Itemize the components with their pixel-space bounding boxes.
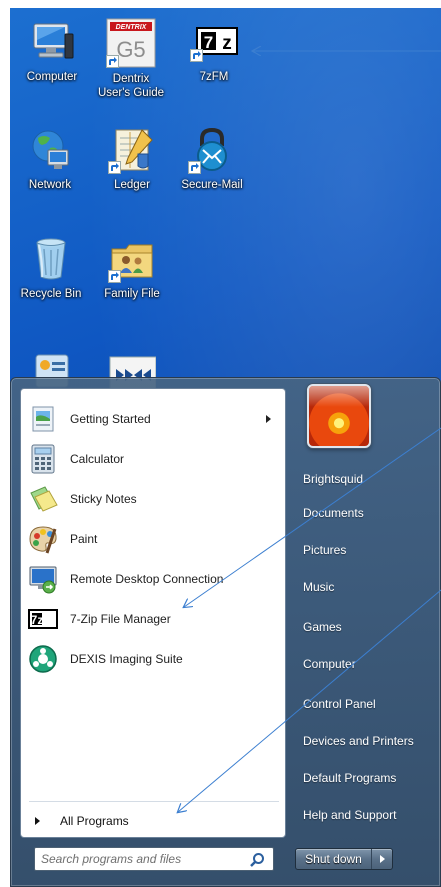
shutdown-options-arrow-icon[interactable]	[372, 849, 392, 869]
desktop-icon-label: 7zFM	[199, 71, 229, 83]
submenu-arrow-icon[interactable]	[266, 415, 271, 423]
start-right-music[interactable]: Music	[295, 572, 435, 602]
desktop-icon-label: Secure-Mail	[181, 179, 243, 191]
start-right-help-support[interactable]: Help and Support	[295, 800, 435, 830]
desktop-icon-label: Dentrix User's Guide	[97, 73, 165, 99]
padlock-mail-icon	[188, 126, 236, 174]
shutdown-label[interactable]: Shut down	[296, 849, 372, 869]
start-right-pictures[interactable]: Pictures	[295, 535, 435, 565]
desktop-icon-family-file[interactable]: Family File	[93, 235, 171, 301]
start-right-documents[interactable]: Documents	[295, 498, 435, 528]
shortcut-arrow-icon	[188, 161, 201, 174]
start-menu-program-list: Getting Started Calculator Sticky Notes …	[20, 388, 286, 838]
ledger-icon	[108, 126, 156, 174]
desktop-icon-label: Ledger	[114, 179, 150, 191]
program-label: Paint	[70, 532, 98, 546]
dentrix-logo-text: DENTRIX	[116, 24, 148, 31]
getting-started-icon	[27, 403, 59, 435]
desktop-icon-ledger[interactable]: Ledger	[93, 126, 171, 192]
computer-icon	[28, 18, 76, 66]
start-item-7zip[interactable]: 7z 7-Zip File Manager	[27, 601, 281, 637]
remote-desktop-icon	[27, 563, 59, 595]
sticky-notes-icon	[27, 483, 59, 515]
search-box[interactable]	[34, 847, 274, 871]
start-item-remote-desktop[interactable]: Remote Desktop Connection	[27, 561, 281, 597]
start-item-calculator[interactable]: Calculator	[27, 441, 281, 477]
svg-text:7: 7	[204, 33, 213, 52]
start-right-user-folder[interactable]: Brightsquid	[295, 464, 435, 494]
shortcut-arrow-icon	[190, 49, 203, 62]
dentrix-g5-text: G5	[116, 37, 145, 62]
shortcut-arrow-icon	[106, 55, 119, 68]
desktop-icon-computer[interactable]: Computer	[13, 18, 91, 84]
program-list-separator	[29, 801, 279, 802]
all-programs-button[interactable]: All Programs	[29, 809, 279, 833]
shortcut-arrow-icon	[108, 161, 121, 174]
start-menu: Getting Started Calculator Sticky Notes …	[10, 377, 441, 887]
start-right-games[interactable]: Games	[295, 612, 435, 642]
program-label: Sticky Notes	[70, 492, 137, 506]
start-item-getting-started[interactable]: Getting Started	[27, 401, 281, 437]
network-globe-icon	[26, 126, 74, 174]
program-label: Calculator	[70, 452, 125, 466]
desktop-icon-label: Family File	[104, 288, 160, 300]
program-label: 7-Zip File Manager	[70, 612, 171, 626]
start-right-control-panel[interactable]: Control Panel	[295, 689, 435, 719]
shutdown-button[interactable]: Shut down	[295, 848, 393, 870]
search-input[interactable]	[41, 849, 237, 869]
search-icon[interactable]	[249, 852, 265, 868]
start-item-sticky-notes[interactable]: Sticky Notes	[27, 481, 281, 517]
desktop-icon-recycle-bin[interactable]: Recycle Bin	[12, 235, 90, 301]
svg-text:z: z	[222, 33, 232, 54]
7zip-icon: 7 z	[190, 18, 238, 66]
dentrix-g5-icon: DENTRIX G5	[106, 18, 156, 68]
program-label: Remote Desktop Connection	[70, 572, 224, 586]
all-programs-arrow-icon	[35, 817, 40, 825]
desktop-icon-secure-mail[interactable]: Secure-Mail	[173, 126, 251, 192]
user-avatar[interactable]	[307, 384, 371, 448]
calculator-icon	[27, 443, 59, 475]
recycle-bin-icon	[27, 235, 75, 283]
start-right-computer[interactable]: Computer	[295, 649, 435, 679]
desktop-icon-label: Network	[28, 179, 72, 191]
start-right-devices-printers[interactable]: Devices and Printers	[295, 726, 435, 756]
desktop-icon-label: Recycle Bin	[20, 288, 82, 300]
start-item-dexis[interactable]: DEXIS Imaging Suite	[27, 641, 281, 677]
desktop-icon-dentrix-guide[interactable]: DENTRIX G5 Dentrix User's Guide	[92, 18, 170, 100]
family-file-icon	[108, 235, 156, 283]
dexis-icon	[27, 643, 59, 675]
desktop-icon-network[interactable]: Network	[11, 126, 89, 192]
program-label: DEXIS Imaging Suite	[70, 652, 183, 666]
desktop-icon-label: Computer	[26, 71, 78, 83]
seven-zip-glyph: 7z	[31, 613, 44, 627]
7zip-icon: 7z	[27, 603, 59, 635]
desktop-icon-7zfm[interactable]: 7 z 7zFM	[175, 18, 253, 84]
start-right-default-programs[interactable]: Default Programs	[295, 763, 435, 793]
paint-palette-icon	[27, 523, 59, 555]
shortcut-arrow-icon	[108, 270, 121, 283]
all-programs-label: All Programs	[60, 814, 129, 828]
program-label: Getting Started	[70, 412, 151, 426]
start-item-paint[interactable]: Paint	[27, 521, 281, 557]
